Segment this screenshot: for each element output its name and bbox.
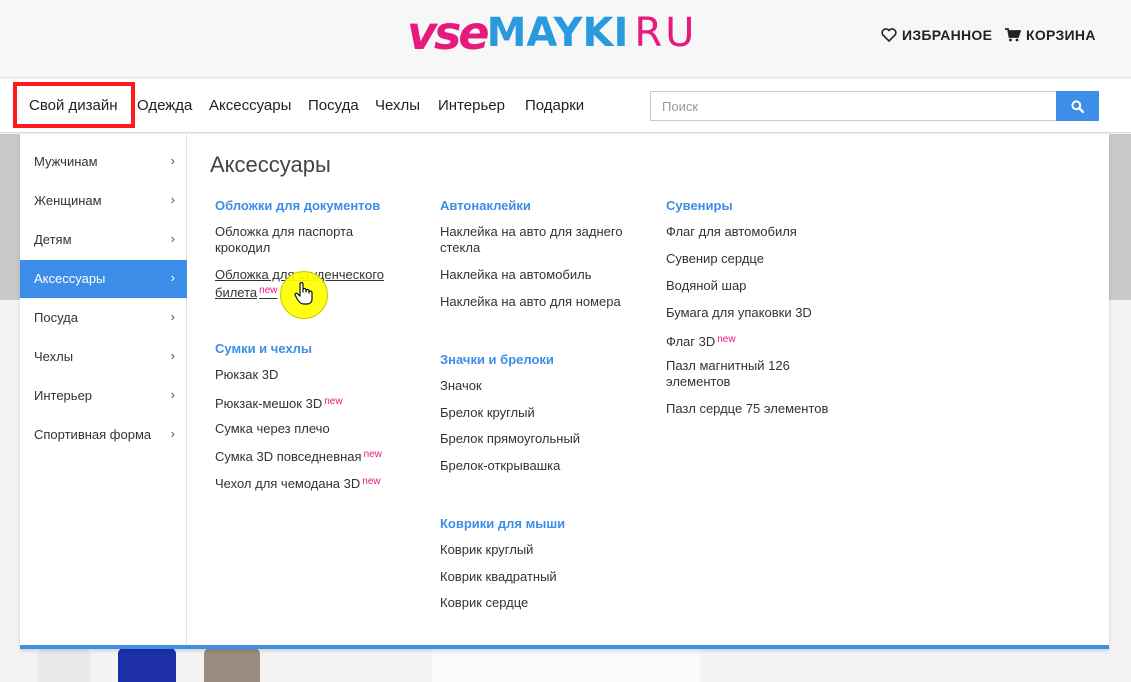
chevron-right-icon: › [170, 426, 175, 441]
sidebar-item-interior[interactable]: Интерьер › [20, 377, 187, 415]
chevron-right-icon: › [170, 270, 175, 285]
menu-link[interactable]: Бумага для упаковки 3D [666, 305, 866, 321]
sidebar-item-sport-uniform[interactable]: Спортивная форма › [20, 416, 187, 454]
cart-icon [1005, 28, 1021, 42]
sidebar-item-label: Спортивная форма [34, 427, 152, 442]
nav-item-clothes[interactable]: Одежда [137, 97, 192, 114]
new-badge: new [259, 285, 278, 296]
search-icon [1071, 99, 1084, 113]
chevron-right-icon: › [170, 309, 175, 324]
product-thumb[interactable] [38, 648, 90, 682]
nav-item-interior[interactable]: Интерьер [438, 97, 505, 114]
sidebar-item-men[interactable]: Мужчинам › [20, 143, 187, 181]
mega-menu: Мужчинам › Женщинам › Детям › Аксессуары › П… [20, 134, 1109, 649]
chevron-right-icon: › [170, 153, 175, 168]
nav-item-accessories[interactable]: Аксессуары [209, 97, 291, 114]
logo-part-vse: vse [407, 6, 490, 60]
nav-item-tableware[interactable]: Посуда [308, 97, 359, 114]
menu-link[interactable]: Сумка 3D повседневная new [215, 447, 415, 465]
menu-link[interactable]: Брелок-открывашка [440, 458, 640, 474]
favorites-label: ИЗБРАННОЕ [902, 27, 993, 43]
new-badge: new [324, 396, 343, 407]
menu-link-label: Рюкзак-мешок 3D [215, 396, 323, 411]
menu-link[interactable]: Брелок прямоугольный [440, 431, 640, 447]
product-thumb[interactable] [204, 648, 260, 682]
category-sidebar: Мужчинам › Женщинам › Детям › Аксессуары › П… [20, 134, 187, 645]
menu-link[interactable]: Коврик сердце [440, 595, 640, 611]
category-title[interactable]: Коврики для мыши [440, 516, 565, 531]
menu-link[interactable]: Пазл сердце 75 элементов [666, 401, 866, 417]
menu-link-label: Флаг 3D [666, 334, 716, 349]
sidebar-item-cases[interactable]: Чехлы › [20, 338, 187, 376]
sidebar-item-women[interactable]: Женщинам › [20, 182, 187, 220]
new-badge: new [363, 449, 382, 460]
menu-link[interactable]: Чехол для чемодана 3D new [215, 474, 415, 492]
cart-label: КОРЗИНА [1026, 27, 1096, 43]
sidebar-item-label: Мужчинам [34, 154, 98, 169]
menu-link-label: Сумка 3D повседневная [215, 449, 362, 464]
menu-link-label: Чехол для чемодана 3D [215, 476, 361, 491]
sidebar-item-label: Женщинам [34, 193, 102, 208]
logo-part-mayki: MAYKI [486, 10, 629, 56]
sidebar-item-kids[interactable]: Детям › [20, 221, 187, 259]
nav-item-cases[interactable]: Чехлы [375, 97, 420, 114]
sidebar-item-tableware[interactable]: Посуда › [20, 299, 187, 337]
heart-icon [881, 28, 897, 42]
menu-link[interactable]: Наклейка на авто для номера [440, 294, 640, 310]
menu-link[interactable]: Водяной шар [666, 278, 866, 294]
menu-link[interactable]: Флаг для автомобиля [666, 224, 866, 240]
menu-link[interactable]: Наклейка на авто для заднего стекла [440, 224, 635, 256]
chevron-right-icon: › [170, 348, 175, 363]
site-logo[interactable]: vse MAYKI RU [407, 6, 698, 60]
sidebar-item-label: Аксессуары [34, 271, 106, 286]
menu-link[interactable]: Флаг 3D new [666, 332, 866, 350]
favorites-link[interactable]: ИЗБРАННОЕ [881, 27, 992, 43]
nav-item-gifts[interactable]: Подарки [525, 97, 584, 114]
menu-link[interactable]: Коврик квадратный [440, 569, 640, 585]
panel-title: Аксессуары [210, 152, 331, 177]
chevron-right-icon: › [170, 192, 175, 207]
menu-link[interactable]: Брелок круглый [440, 405, 640, 421]
menu-link[interactable]: Значок [440, 378, 640, 394]
sidebar-item-label: Чехлы [34, 349, 74, 364]
chevron-right-icon: › [170, 387, 175, 402]
product-thumb[interactable] [118, 648, 176, 682]
site-header: vse MAYKI RU ИЗБРАННОЕ КОРЗИНА [0, 0, 1131, 78]
category-title[interactable]: Сувениры [666, 198, 733, 213]
search-input[interactable]: Поиск [650, 91, 1057, 121]
logo-part-ru: RU [634, 10, 698, 56]
search-placeholder: Поиск [662, 99, 699, 114]
menu-link[interactable]: Обложка для паспорта крокодил [215, 224, 395, 256]
hand-cursor-icon [294, 282, 313, 305]
chevron-right-icon: › [170, 231, 175, 246]
category-title[interactable]: Значки и брелоки [440, 352, 554, 367]
product-thumb[interactable] [432, 648, 700, 682]
new-badge: new [362, 476, 381, 487]
search-button[interactable] [1056, 91, 1099, 121]
menu-link[interactable]: Сумка через плечо [215, 421, 415, 437]
menu-link[interactable]: Наклейка на автомобиль [440, 267, 640, 283]
sidebar-item-label: Детям [34, 232, 72, 247]
new-badge: new [717, 334, 736, 345]
cart-link[interactable]: КОРЗИНА [1005, 27, 1096, 43]
sidebar-item-label: Посуда [34, 310, 78, 325]
category-title[interactable]: Сумки и чехлы [215, 341, 312, 356]
sidebar-item-label: Интерьер [34, 388, 93, 403]
highlight-frame [13, 82, 135, 128]
menu-link[interactable]: Рюкзак-мешок 3D new [215, 394, 415, 412]
menu-link[interactable]: Пазл магнитный 126 элементов [666, 358, 826, 390]
category-title[interactable]: Обложки для документов [215, 198, 380, 213]
category-title[interactable]: Автонаклейки [440, 198, 531, 213]
sidebar-item-accessories[interactable]: Аксессуары › [20, 260, 187, 298]
menu-link[interactable]: Коврик круглый [440, 542, 640, 558]
menu-link[interactable]: Сувенир сердце [666, 251, 866, 267]
menu-link[interactable]: Рюкзак 3D [215, 367, 415, 383]
